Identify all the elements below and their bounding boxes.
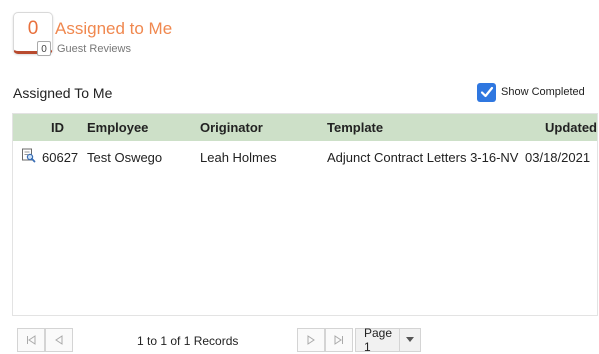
table-row[interactable]: 60627 Test Oswego Leah Holmes Adjunct Co… [13, 141, 597, 173]
document-view-icon[interactable] [13, 148, 42, 166]
last-page-button[interactable] [325, 328, 353, 352]
cell-updated: 03/18/2021 [525, 149, 591, 165]
page-select[interactable]: Page 1 [355, 326, 421, 354]
cell-employee: Test Oswego [87, 149, 163, 165]
prev-page-button[interactable] [45, 328, 73, 352]
page-select-value: Page 1 [364, 326, 393, 354]
guest-reviews-badge: 0 [37, 41, 51, 56]
column-header-employee[interactable]: Employee [87, 120, 200, 135]
column-header-template[interactable]: Template [327, 120, 525, 135]
next-page-icon [307, 335, 315, 345]
first-page-icon [27, 335, 36, 345]
show-completed-checkbox[interactable] [477, 82, 496, 102]
assigned-count: 0 [27, 18, 39, 39]
section-title: Assigned To Me [13, 85, 113, 101]
column-header-id[interactable]: ID [42, 120, 87, 135]
cell-originator: Leah Holmes [200, 149, 277, 165]
first-page-button[interactable] [17, 328, 45, 352]
grid-header: ID Employee Originator Template Updated [13, 114, 597, 141]
assigned-title[interactable]: Assigned to Me [55, 19, 172, 39]
pager: 1 to 1 of 1 Records Page 1 [0, 316, 599, 354]
cell-template: Adjunct Contract Letters 3-16-NV [327, 149, 519, 165]
next-page-button[interactable] [297, 328, 325, 352]
checkmark-icon [480, 86, 493, 98]
show-completed-label: Show Completed [501, 86, 585, 98]
guest-reviews-label[interactable]: Guest Reviews [57, 43, 131, 55]
records-summary: 1 to 1 of 1 Records [137, 334, 239, 348]
assigned-grid: ID Employee Originator Template Updated … [12, 113, 598, 316]
last-page-icon [334, 335, 343, 345]
chevron-down-icon [405, 337, 414, 342]
show-completed-toggle[interactable]: Show Completed [477, 82, 585, 102]
page-select-dropdown[interactable] [398, 329, 420, 351]
column-header-originator[interactable]: Originator [200, 120, 327, 135]
cell-id: 60627 [42, 149, 79, 165]
column-header-updated[interactable]: Updated [525, 120, 597, 135]
prev-page-icon [55, 335, 63, 345]
